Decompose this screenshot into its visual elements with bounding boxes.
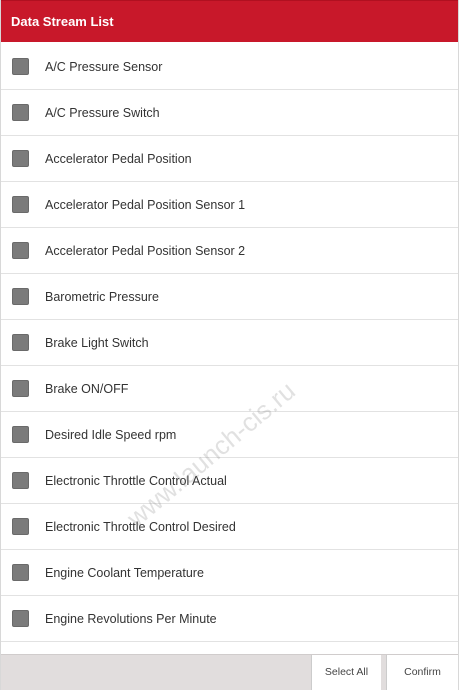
list-item-label: Accelerator Pedal Position Sensor 1	[45, 197, 246, 212]
checkbox-icon[interactable]	[12, 196, 29, 213]
list-item-label: Brake ON/OFF	[45, 381, 129, 396]
list-item[interactable]: Electronic Throttle Control Actual	[1, 458, 458, 504]
checkbox-icon[interactable]	[12, 242, 29, 259]
checkbox-icon[interactable]	[12, 288, 29, 305]
list-item-label: Barometric Pressure	[45, 289, 159, 304]
list-item[interactable]: A/C Pressure Sensor	[1, 44, 458, 90]
list-item-label: Brake Light Switch	[45, 335, 149, 350]
list-item[interactable]: Engine Coolant Temperature	[1, 550, 458, 596]
page-title: Data Stream List	[11, 14, 114, 29]
list-item[interactable]: Engine Revolutions Per Minute	[1, 596, 458, 642]
checkbox-icon[interactable]	[12, 380, 29, 397]
checkbox-icon[interactable]	[12, 610, 29, 627]
checkbox-icon[interactable]	[12, 58, 29, 75]
list-item-label: Electronic Throttle Control Actual	[45, 473, 227, 488]
list-item[interactable]: Barometric Pressure	[1, 274, 458, 320]
checkbox-icon[interactable]	[12, 564, 29, 581]
checkbox-icon[interactable]	[12, 518, 29, 535]
list-item[interactable]: Accelerator Pedal Position Sensor 2	[1, 228, 458, 274]
list-item-label: Accelerator Pedal Position	[45, 151, 192, 166]
checkbox-icon[interactable]	[12, 334, 29, 351]
list-item[interactable]: Accelerator Pedal Position	[1, 136, 458, 182]
bottom-toolbar: Select All Confirm	[1, 654, 458, 690]
list-item[interactable]: Accelerator Pedal Position Sensor 1	[1, 182, 458, 228]
list-item-label: A/C Pressure Sensor	[45, 59, 163, 74]
checkbox-icon[interactable]	[12, 104, 29, 121]
checkbox-icon[interactable]	[12, 472, 29, 489]
list-item[interactable]: Electronic Throttle Control Desired	[1, 504, 458, 550]
list-item-label: Electronic Throttle Control Desired	[45, 519, 236, 534]
list-item[interactable]: Desired Idle Speed rpm	[1, 412, 458, 458]
list-item[interactable]: Brake Light Switch	[1, 320, 458, 366]
checkbox-icon[interactable]	[12, 426, 29, 443]
list-item-label: Engine Coolant Temperature	[45, 565, 204, 580]
list-item-label: Engine Revolutions Per Minute	[45, 611, 217, 626]
select-all-button[interactable]: Select All	[311, 655, 381, 690]
checkbox-icon[interactable]	[12, 150, 29, 167]
list-item-label: Desired Idle Speed rpm	[45, 427, 177, 442]
list-item-label: A/C Pressure Switch	[45, 105, 160, 120]
data-stream-list: A/C Pressure Sensor A/C Pressure Switch …	[1, 44, 458, 642]
page-title-bar: Data Stream List	[1, 0, 458, 42]
list-item-label: Accelerator Pedal Position Sensor 2	[45, 243, 246, 258]
list-item[interactable]: Brake ON/OFF	[1, 366, 458, 412]
confirm-button[interactable]: Confirm	[386, 655, 458, 690]
list-item[interactable]: A/C Pressure Switch	[1, 90, 458, 136]
